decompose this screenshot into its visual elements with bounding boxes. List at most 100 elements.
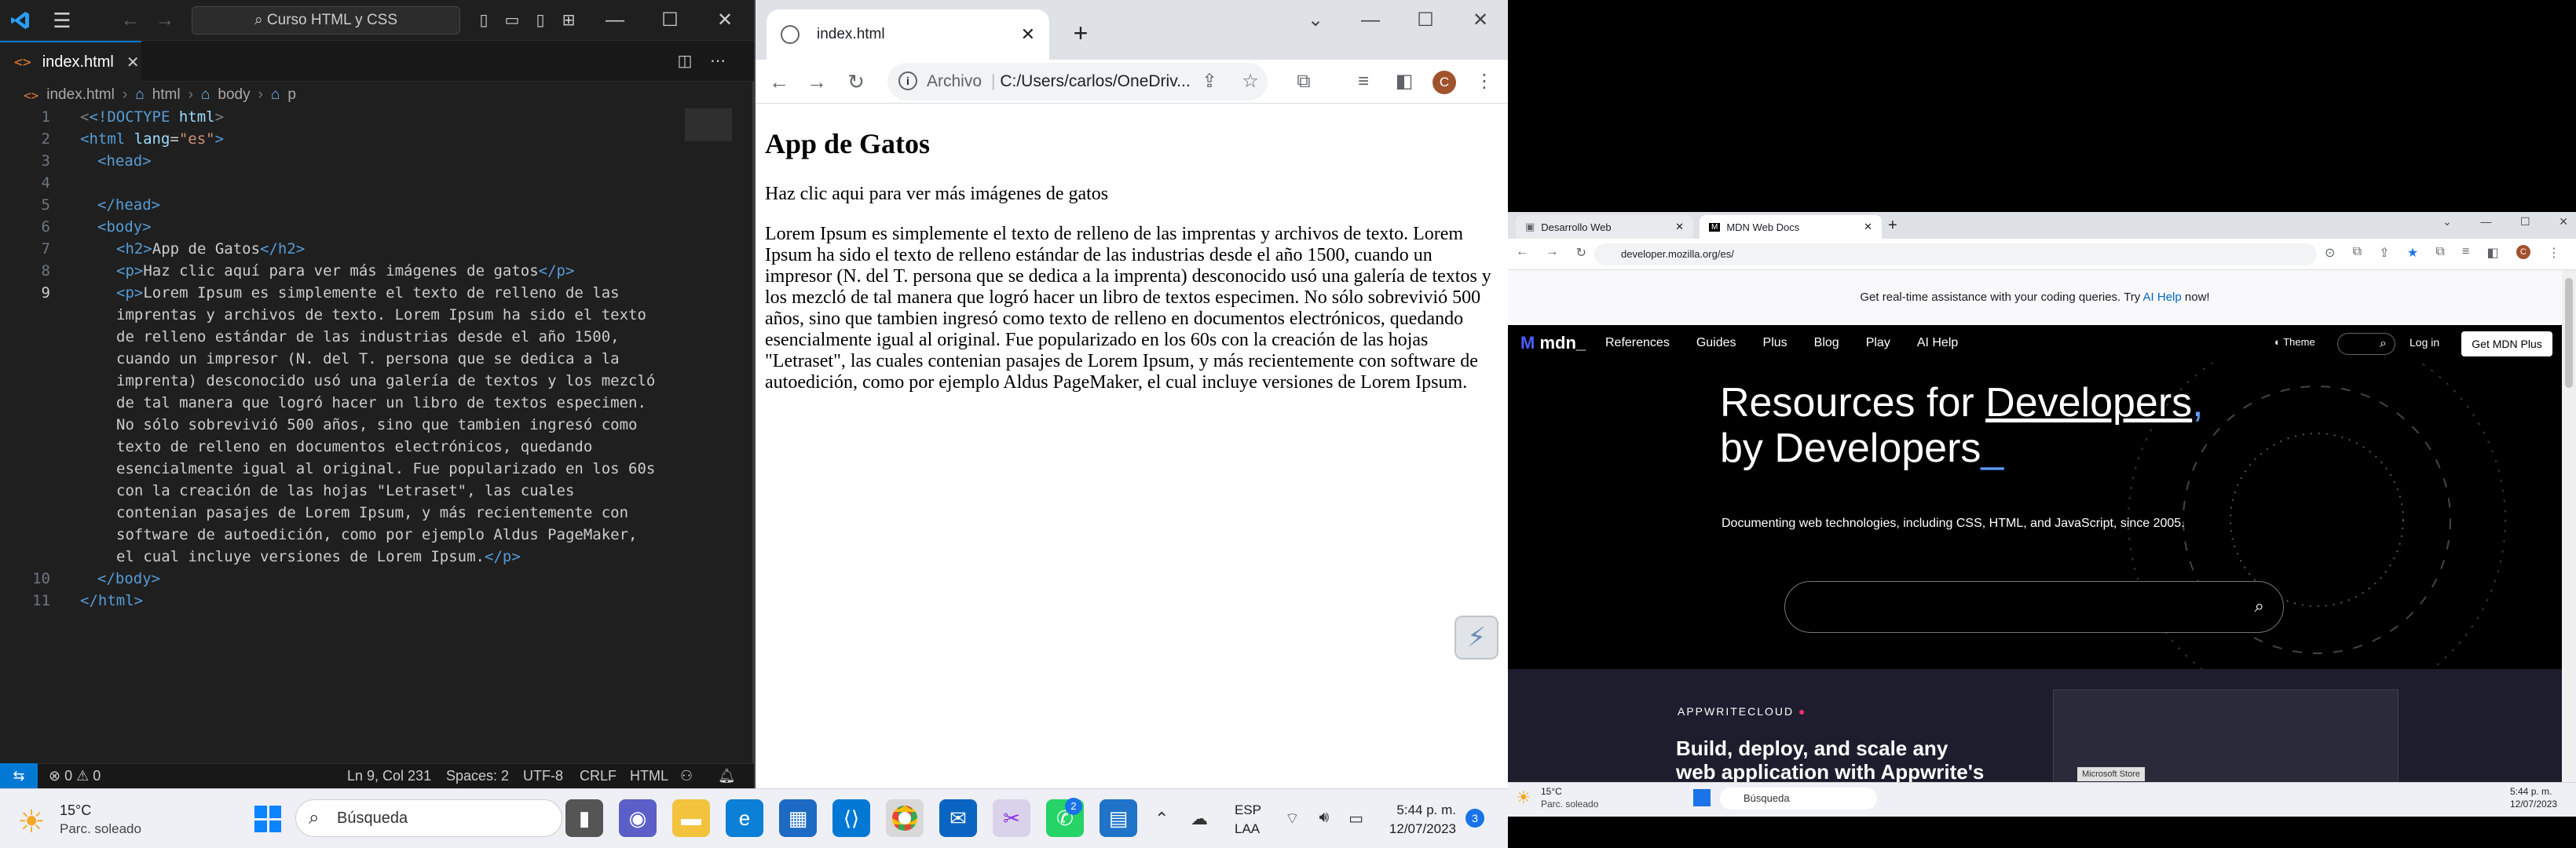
toggle-panel-icon[interactable]: ▭: [501, 9, 523, 31]
chrome-tab-index-html[interactable]: index.html ✕: [767, 9, 1049, 60]
breadcrumb-item[interactable]: p: [287, 86, 296, 104]
new-tab-button[interactable]: +: [1888, 217, 1897, 235]
vscode-logo-icon[interactable]: [9, 9, 31, 31]
editor-tab-index-html[interactable]: <> index.html ✕: [0, 41, 141, 82]
new-tab-button[interactable]: +: [1065, 17, 1096, 49]
forward-arrow-icon[interactable]: →: [801, 66, 832, 97]
address-bar[interactable]: developer.mozilla.org/es/: [1594, 243, 2317, 265]
breadcrumb-item[interactable]: body: [218, 86, 250, 104]
menu-icon[interactable]: ☰: [50, 9, 74, 31]
indentation-status[interactable]: Spaces: 2: [446, 763, 509, 788]
login-link[interactable]: Log in: [2410, 336, 2439, 349]
theme-toggle[interactable]: ◐ Theme: [2274, 336, 2315, 348]
remote-icon[interactable]: ⇆: [0, 763, 38, 788]
start-icon[interactable]: [254, 806, 281, 832]
taskbar-search[interactable]: Búsqueda: [1720, 788, 1877, 810]
split-editor-icon[interactable]: ◫: [674, 50, 696, 72]
reload-icon[interactable]: ↻: [840, 66, 872, 97]
clock[interactable]: 5:44 p. m.: [1385, 802, 1456, 818]
side-panel-icon[interactable]: ◧: [1389, 66, 1420, 97]
calendar-icon[interactable]: ▤: [1100, 799, 1137, 837]
media-control-icon[interactable]: ≡: [1348, 66, 1379, 97]
nav-plus[interactable]: Plus: [1763, 336, 1787, 350]
nav-guides[interactable]: Guides: [1696, 336, 1736, 350]
code-line: texto de relleno en documentos electróni…: [116, 438, 593, 455]
info-icon[interactable]: i: [898, 71, 917, 90]
share-icon[interactable]: ⇪: [1194, 66, 1225, 97]
chrome-taskbar-icon[interactable]: [886, 799, 924, 837]
language-mode[interactable]: HTML: [630, 763, 668, 788]
bookmark-star-icon[interactable]: ☆: [1235, 66, 1266, 97]
minimize-button[interactable]: —: [1343, 0, 1398, 41]
profile-avatar[interactable]: C: [1433, 71, 1456, 94]
nav-references[interactable]: References: [1605, 336, 1670, 350]
tab-mdn[interactable]: M MDN Web Docs ✕: [1700, 215, 1882, 239]
maximize-button[interactable]: ☐: [1398, 0, 1453, 41]
problems-indicator[interactable]: ⊗ 0 ⚠ 0: [49, 763, 101, 788]
vscode-taskbar-icon[interactable]: ⟨⟩: [832, 799, 870, 837]
teams-icon[interactable]: ◉: [619, 799, 657, 837]
breadcrumb-item[interactable]: html: [152, 86, 181, 104]
toolbar-icons[interactable]: ⊙ ⧉ ⇪ ★ ⧉ ≡ ◧ C ⋮: [2325, 245, 2560, 261]
onedrive-icon[interactable]: ☁: [1191, 809, 1208, 829]
floating-extension-icon[interactable]: ⚡: [1454, 616, 1498, 660]
taskbar-search[interactable]: ⌕ Búsqueda: [295, 799, 562, 837]
date[interactable]: 12/07/2023: [2510, 799, 2557, 810]
eol-status[interactable]: CRLF: [580, 763, 617, 788]
system-tray-icons[interactable]: ⌔ 🔊︎ ▭: [1285, 809, 1363, 828]
encoding-status[interactable]: UTF-8: [523, 763, 563, 788]
minimap[interactable]: [685, 108, 732, 141]
mail-icon[interactable]: ✉: [939, 799, 977, 837]
toggle-sidebar-icon[interactable]: ▯: [473, 9, 495, 31]
file-explorer-dark-icon[interactable]: ▮: [565, 799, 603, 837]
code-editor[interactable]: 1 2 3 4 5 6 7 8 9 10 11 <<!DOCTYPE html>…: [0, 108, 754, 627]
weather-icon[interactable]: ☀: [17, 804, 46, 840]
cursor-position[interactable]: Ln 9, Col 231: [347, 763, 431, 788]
scrollbar[interactable]: [2562, 270, 2576, 782]
minimize-button[interactable]: —: [587, 0, 642, 41]
microsoft-store-icon[interactable]: ▦: [779, 799, 817, 837]
tab-search-chevron-icon[interactable]: ⌄: [1288, 0, 1343, 41]
extensions-icon[interactable]: ⧉: [1288, 66, 1319, 97]
file-explorer-icon[interactable]: ▬: [672, 799, 710, 837]
tab-desarrollo-web[interactable]: ▣ Desarrollo Web ✕: [1516, 215, 1693, 239]
close-window-button[interactable]: ✕: [1453, 0, 1508, 41]
ai-help-link[interactable]: AI Help: [2143, 291, 2182, 304]
search-icon[interactable]: ⌕: [2337, 333, 2395, 355]
nav-play[interactable]: Play: [1866, 336, 1890, 350]
appwrite-ad[interactable]: APPWRITECLOUD ● Build, deploy, and scale…: [1508, 669, 2562, 782]
snipping-tool-icon[interactable]: ✂: [993, 799, 1030, 837]
hero-search-input[interactable]: ⌕: [1784, 581, 2284, 633]
toggle-secondary-sidebar-icon[interactable]: ▯: [529, 9, 551, 31]
page-link-text[interactable]: Haz clic aqui para ver más imágenes de g…: [765, 184, 1495, 205]
bell-icon[interactable]: 🔔︎: [718, 763, 736, 788]
language-indicator[interactable]: ESP: [1235, 802, 1261, 818]
forward-arrow-icon[interactable]: →: [154, 9, 176, 31]
back-arrow-icon[interactable]: ←: [763, 66, 795, 97]
start-icon[interactable]: [1693, 789, 1711, 806]
show-hidden-icons-chevron[interactable]: ⌃: [1154, 809, 1169, 829]
back-arrow-icon[interactable]: ←: [119, 9, 141, 31]
notification-count[interactable]: 3: [1465, 809, 1484, 828]
tab-close-icon[interactable]: ✕: [1021, 24, 1035, 45]
more-actions-icon[interactable]: ⋯: [707, 50, 729, 72]
kebab-menu-icon[interactable]: ⋮: [1469, 66, 1500, 97]
close-window-button[interactable]: ✕: [697, 0, 752, 41]
breadcrumb-item[interactable]: index.html: [46, 86, 115, 104]
customize-layout-icon[interactable]: ⊞: [558, 9, 580, 31]
weather-icon[interactable]: ☀: [1516, 788, 1531, 808]
window-controls[interactable]: ⌄ — ☐ ✕: [2442, 215, 2568, 228]
edge-icon[interactable]: e: [726, 799, 763, 837]
nav-ai-help[interactable]: AI Help: [1917, 336, 1958, 350]
tab-close-icon[interactable]: ✕: [126, 53, 140, 72]
clock[interactable]: 5:44 p. m.: [2510, 786, 2552, 797]
date[interactable]: 12/07/2023: [1385, 821, 1456, 837]
command-center-search[interactable]: ⌕ Curso HTML y CSS: [192, 6, 460, 35]
nav-blog[interactable]: Blog: [1814, 336, 1839, 350]
get-mdn-plus-button[interactable]: Get MDN Plus: [2461, 331, 2552, 356]
feedback-icon[interactable]: ⚇: [680, 763, 693, 788]
maximize-button[interactable]: ☐: [642, 0, 697, 41]
page-paragraph: Lorem Ipsum es simplemente el texto de r…: [765, 224, 1491, 393]
mdn-logo[interactable]: M mdn_: [1520, 333, 1586, 353]
nav-buttons[interactable]: ← → ↻: [1516, 245, 1586, 261]
